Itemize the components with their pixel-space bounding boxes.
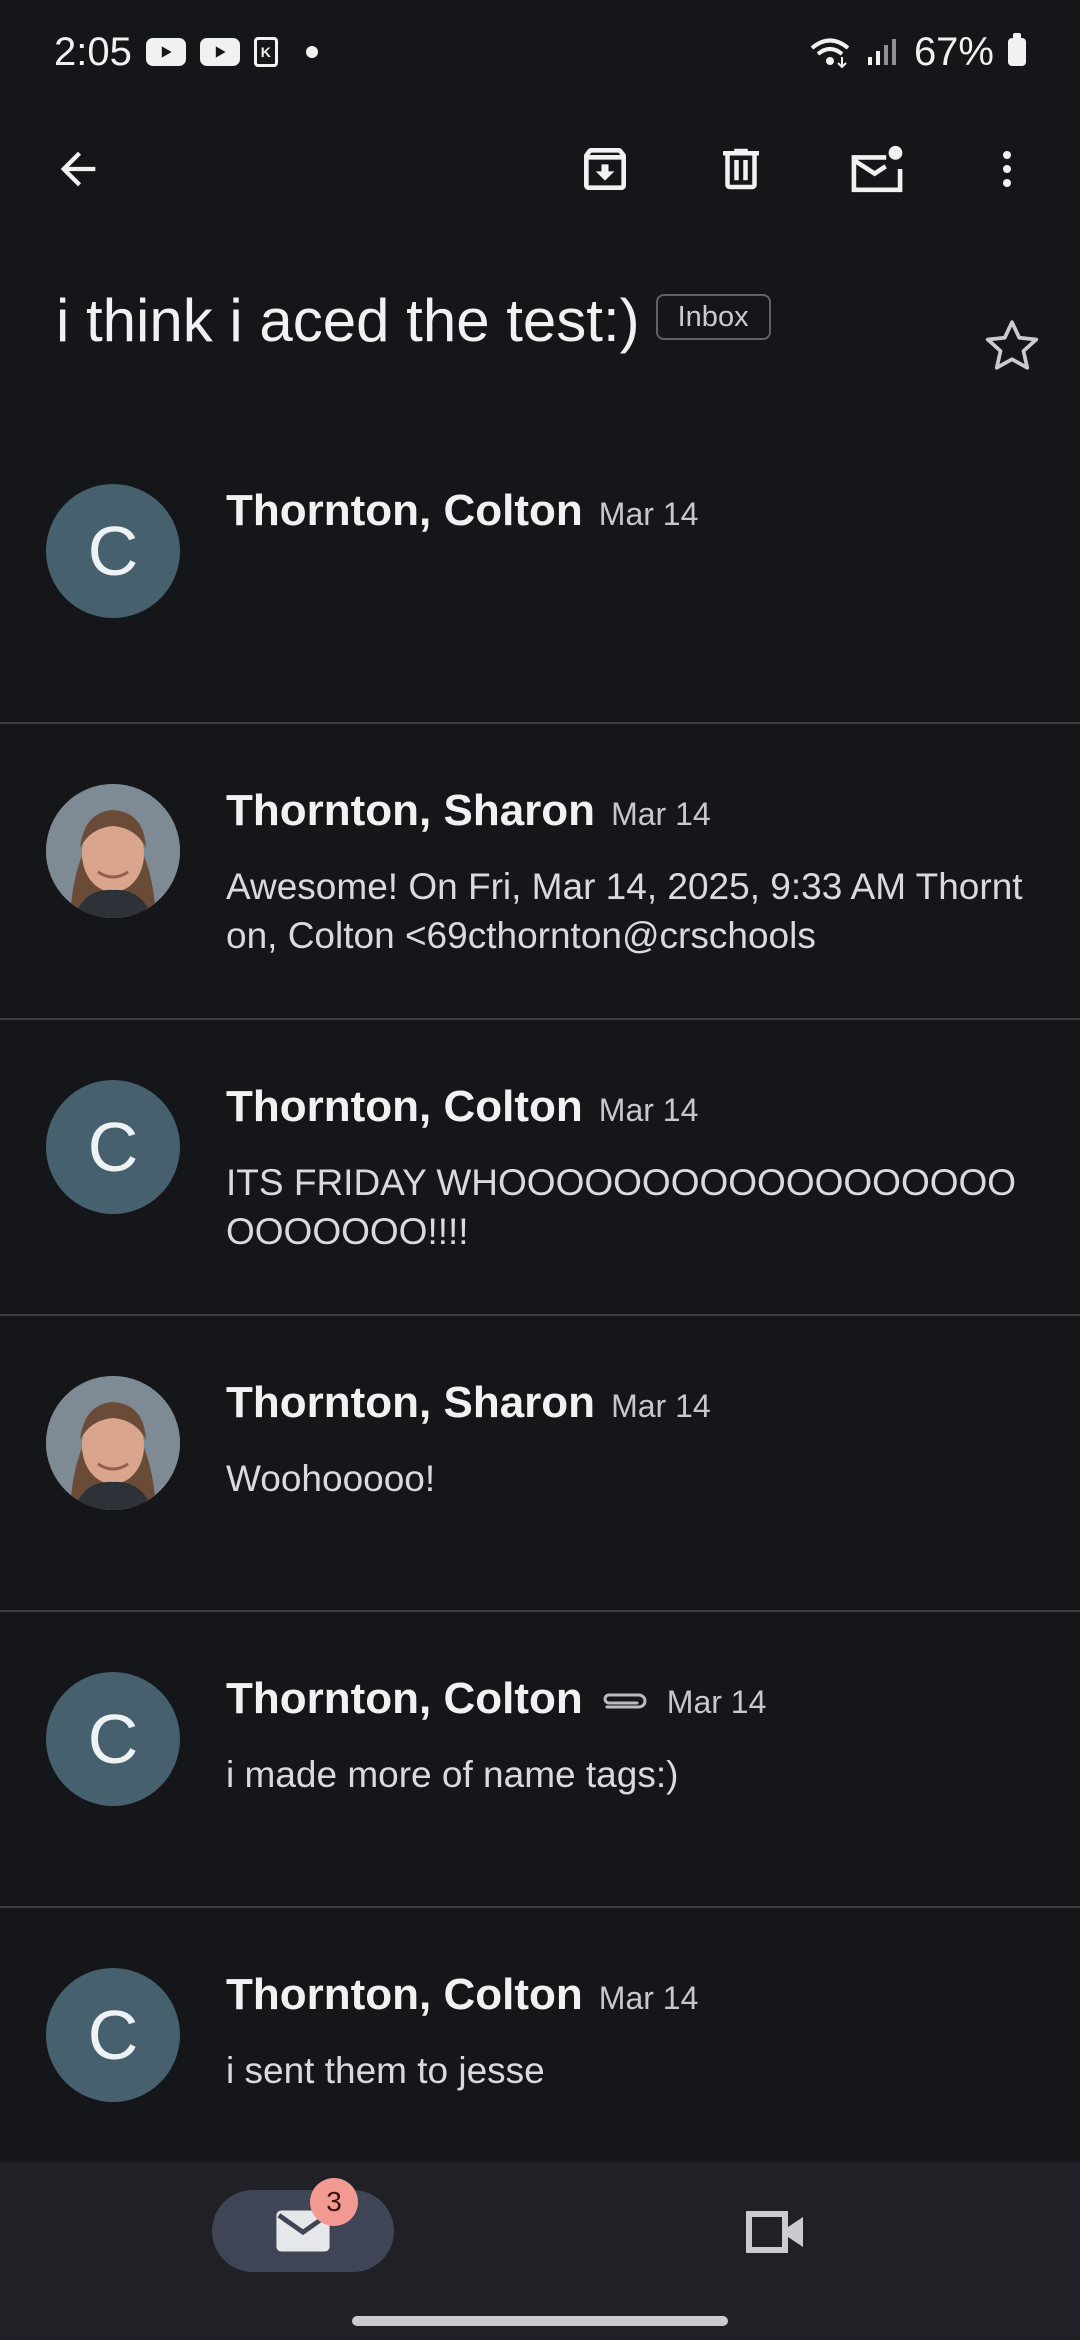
star-icon[interactable] [982,316,1042,376]
archive-icon [584,148,626,190]
attachment-icon [603,1693,647,1709]
signal-icon [867,39,896,65]
sender-name: Thornton, Sharon [226,1378,596,1427]
mail-unread-icon [851,145,903,193]
message-date: Mar 14 [598,1980,699,2016]
message-header: Thornton, Colton Mar 14 [226,486,698,536]
sender-name: Thornton, Colton [226,1082,583,1131]
message-item-1[interactable]: C Thornton, Colton Mar 14 [0,424,1080,724]
message-item-4[interactable]: Thornton, Sharon Mar 14 Woohooooo! [0,1316,1080,1612]
avatar-photo [46,1376,180,1510]
inbox-label[interactable]: Inbox [655,293,771,340]
sender-name: Thornton, Sharon [226,786,596,835]
message-snippet: i made more of name tags:) [226,1754,679,1795]
message-snippet: ITS FRIDAY WHOOOOOOOOOOOOOOOOOOOOOOOOO!!… [226,1162,1017,1252]
message-header: Thornton, Sharon Mar 14 [226,786,711,836]
message-item-6[interactable]: C Thornton, Colton Mar 14 i sent them to… [0,1908,1080,2204]
more-vertical-icon [1003,151,1011,187]
meet-tab[interactable] [740,2202,812,2262]
bottom-navigation: 3 [0,2162,1080,2340]
status-left: 2:05 K [54,30,318,75]
more-options-button[interactable] [972,134,1042,204]
person-photo-icon [46,784,180,918]
avatar: C [46,1968,180,2102]
status-bar: 2:05 K 67% [0,0,1080,104]
youtube-notification-icon-2 [199,38,240,66]
message-snippet: i sent them to jesse [226,2050,545,2091]
status-time: 2:05 [54,29,132,74]
mail-tab[interactable] [212,2190,394,2272]
message-thread: C Thornton, Colton Mar 14 Thornton, Shar… [0,424,1080,2204]
message-date: Mar 14 [598,496,699,532]
mark-unread-button[interactable] [842,134,912,204]
more-notifications-dot-icon [305,46,318,58]
message-toolbar [0,104,1080,236]
battery-percentage: 67% [913,29,994,74]
message-item-5[interactable]: C Thornton, Colton Mar 14 i made more of… [0,1612,1080,1908]
delete-button[interactable] [706,134,776,204]
k-notification-icon: K [253,37,278,67]
video-camera-icon [746,2211,803,2253]
message-header: Thornton, Colton Mar 14 [226,1970,698,2020]
unread-count-badge: 3 [310,2178,358,2226]
youtube-notification-icon [145,38,186,66]
home-indicator[interactable] [352,2316,728,2326]
message-date: Mar 14 [611,796,711,832]
archive-button[interactable] [570,134,640,204]
message-date: Mar 14 [598,1092,699,1128]
message-date: Mar 14 [611,1388,711,1424]
message-header: Thornton, Colton Mar 14 [226,1082,698,1132]
subject-title: i think i aced the test:) [56,287,640,354]
sender-name: Thornton, Colton [226,1970,583,2019]
sender-name: Thornton, Colton [226,486,583,535]
message-header: Thornton, Colton Mar 14 [226,1674,766,1724]
avatar-photo [46,784,180,918]
trash-icon [723,148,759,190]
battery-icon [1008,33,1026,66]
arrow-back-icon [60,151,96,187]
thread-subject: i think i aced the test:) Inbox [56,286,956,355]
avatar: C [46,1080,180,1214]
message-item-3[interactable]: C Thornton, Colton Mar 14 ITS FRIDAY WHO… [0,1020,1080,1316]
sender-name: Thornton, Colton [226,1674,583,1723]
person-photo-icon [46,1376,180,1510]
status-right: 67% [808,30,1026,75]
message-snippet: Awesome! On Fri, Mar 14, 2025, 9:33 AM T… [226,866,1023,956]
message-snippet: Woohooooo! [226,1458,436,1499]
avatar: C [46,484,180,618]
avatar: C [46,1672,180,1806]
message-date: Mar 14 [666,1684,767,1720]
wifi-icon [810,38,850,69]
back-button[interactable] [43,134,113,204]
message-item-2[interactable]: Thornton, Sharon Mar 14 Awesome! On Fri,… [0,724,1080,1020]
message-header: Thornton, Sharon Mar 14 [226,1378,711,1428]
